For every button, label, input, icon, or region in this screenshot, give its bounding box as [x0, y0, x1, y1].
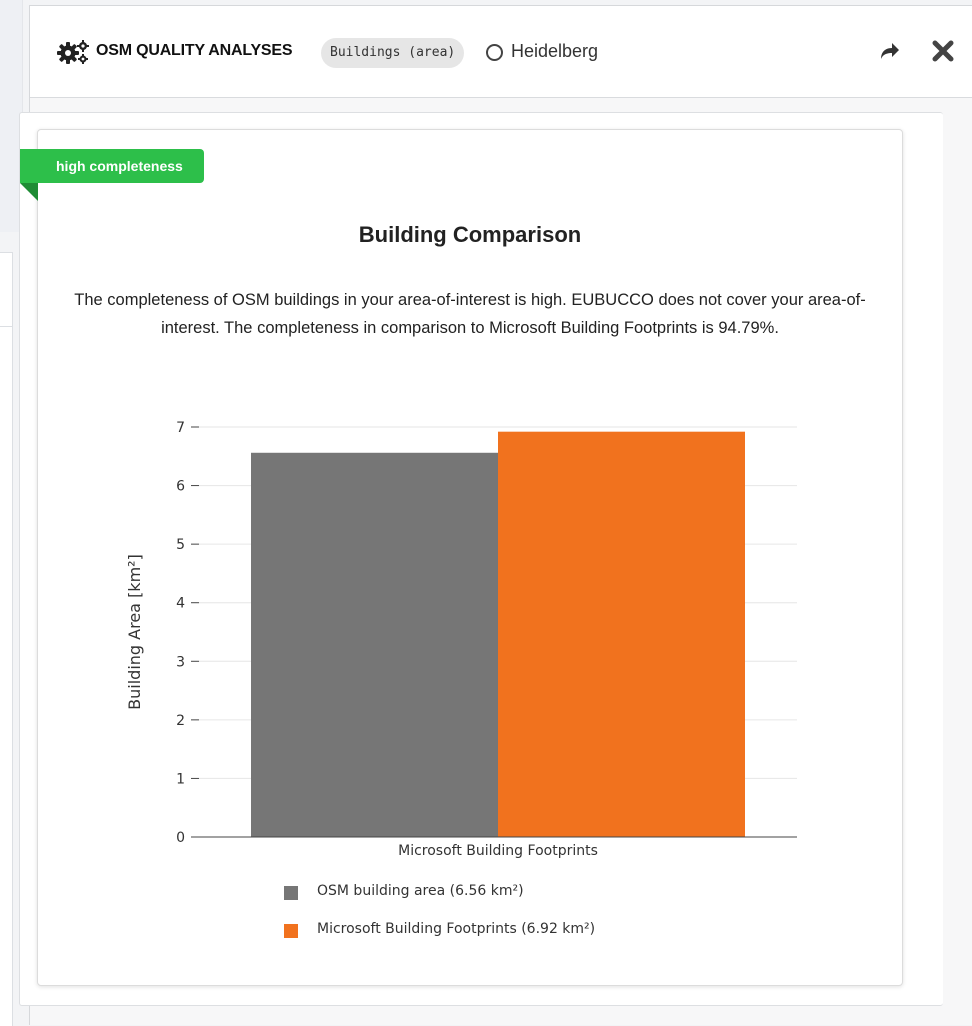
- background-divider: [0, 326, 12, 327]
- legend-item-microsoft[interactable]: Microsoft Building Footprints (6.92 km²): [284, 918, 704, 956]
- y-tick-label: 7: [176, 420, 185, 436]
- card-heading: Building Comparison: [358, 222, 582, 247]
- y-tick-label: 5: [176, 537, 185, 553]
- y-tick-label: 6: [176, 479, 185, 495]
- panel-header: OSM QUALITY ANALYSES Buildings (area) He…: [30, 6, 972, 98]
- card-description: The completeness of OSM buildings in you…: [74, 291, 866, 337]
- y-axis-label: Building Area [km²]: [125, 554, 144, 710]
- chart-bars: [251, 431, 745, 837]
- y-axis-ticks: 0 1 2 3 4 5 6 7: [176, 420, 199, 846]
- ribbon-fold: [20, 183, 38, 201]
- y-tick-label: 2: [176, 713, 185, 729]
- bar-microsoft-building-footprints[interactable]: [498, 431, 745, 837]
- y-tick-label: 1: [176, 771, 185, 787]
- y-tick-label: 0: [176, 830, 185, 846]
- legend-item-osm[interactable]: OSM building area (6.56 km²): [284, 880, 704, 918]
- x-tick-label: Microsoft Building Footprints: [398, 843, 598, 859]
- region-label[interactable]: Heidelberg: [511, 41, 598, 62]
- completeness-ribbon: high completeness: [20, 149, 204, 183]
- panel-title: OSM QUALITY ANALYSES: [96, 42, 293, 59]
- building-area-chart: 0 1 2 3 4 5 6 7 Microsoft Building Footprints B…: [125, 420, 797, 859]
- radio-icon[interactable]: [486, 44, 503, 61]
- y-tick-label: 4: [176, 596, 185, 612]
- background-panel-edge: [0, 252, 13, 1026]
- close-icon[interactable]: [932, 40, 954, 62]
- legend-swatch-microsoft: [284, 924, 298, 938]
- legend-label-microsoft: Microsoft Building Footprints (6.92 km²): [317, 921, 596, 937]
- legend-swatch-osm: [284, 886, 298, 900]
- share-icon[interactable]: [880, 42, 900, 60]
- bar-osm-building-area[interactable]: [251, 452, 498, 837]
- legend-label-osm: OSM building area (6.56 km²): [317, 883, 524, 899]
- topic-badge[interactable]: Buildings (area): [321, 38, 465, 68]
- gears-icon: [57, 40, 89, 64]
- y-tick-label: 3: [176, 654, 185, 670]
- chart-legend: OSM building area (6.56 km²) Microsoft B…: [284, 880, 704, 956]
